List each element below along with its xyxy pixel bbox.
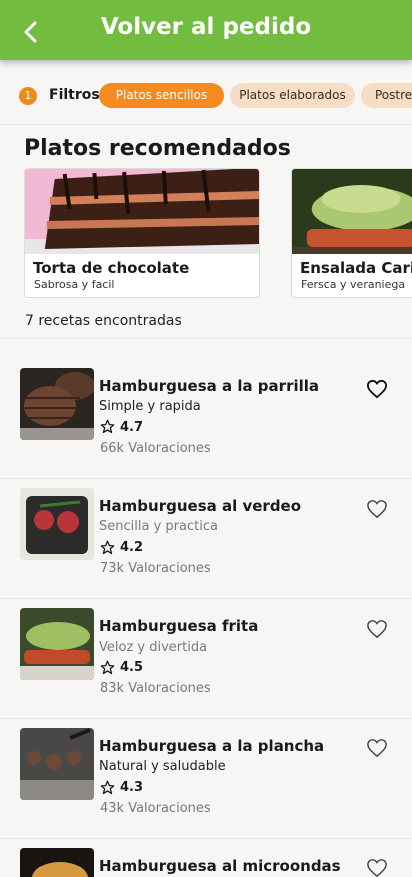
star-icon [100, 660, 115, 675]
filter-label[interactable]: Filtros [49, 87, 100, 103]
heart-icon[interactable] [366, 738, 388, 758]
card-title: Torta de chocolate [33, 259, 190, 277]
recipe-rating: 4.3 [120, 780, 144, 795]
card-subtitle: Sabrosa y facil [34, 278, 115, 291]
recipe-row[interactable]: Hamburguesa frita Veloz y divertida 4.5 … [0, 578, 412, 698]
recipe-row[interactable]: Hamburguesa a la plancha Natural y salud… [0, 698, 412, 818]
recipe-title: Hamburguesa a la plancha [99, 737, 325, 755]
recipe-rating: 4.5 [120, 660, 144, 675]
recipe-row[interactable]: Hamburguesa a la parrilla Simple y rapid… [0, 338, 412, 458]
header-title: Volver al pedido [100, 14, 312, 40]
recipe-title: Hamburguesa frita [99, 617, 259, 635]
heart-icon[interactable] [366, 858, 388, 877]
grilled-burger-image [20, 368, 94, 440]
recipe-subtitle: Natural y saludable [99, 759, 226, 774]
recipe-row[interactable]: Hamburguesa al verdeo Sencilla y practic… [0, 458, 412, 578]
card-title: Ensalada Caribeña [300, 259, 412, 277]
results-count: 7 recetas encontradas [25, 313, 182, 329]
star-icon [100, 780, 115, 795]
filter-bar: 1 Filtros Platos sencillos Platos elabor… [0, 82, 412, 110]
verdeo-burger-image [20, 488, 94, 560]
chocolate-cake-image [25, 169, 259, 254]
recipe-votes: 66k Valoraciones [100, 441, 211, 456]
recipe-subtitle: Simple y rapida [99, 399, 201, 414]
fried-burger-image [20, 608, 94, 680]
recipe-votes: 83k Valoraciones [100, 681, 211, 696]
recipe-votes: 73k Valoraciones [100, 561, 211, 576]
recipe-subtitle: Sencilla y practica [99, 519, 218, 534]
recipe-rating: 4.7 [120, 420, 144, 435]
recipe-subtitle: Veloz y divertida [99, 640, 208, 655]
recipe-rating: 4.2 [120, 540, 144, 555]
plancha-burger-image [20, 728, 94, 800]
divider [0, 124, 412, 125]
card-subtitle: Fersca y veraniega [301, 278, 406, 291]
filter-chip-platos-sencillos[interactable]: Platos sencillos [99, 83, 224, 108]
section-title-recommended: Platos recomendados [24, 136, 291, 161]
recommended-card[interactable]: Ensalada Caribeña Fersca y veraniega [291, 168, 412, 298]
recipe-votes: 43k Valoraciones [100, 801, 211, 816]
recipe-title: Hamburguesa al microondas [99, 857, 341, 875]
recipe-row[interactable]: Hamburguesa al microondas [0, 818, 412, 877]
star-icon [100, 419, 115, 434]
app-header: Volver al pedido [0, 0, 412, 60]
filter-chip-postres[interactable]: Postres [361, 83, 412, 108]
heart-icon[interactable] [366, 379, 388, 399]
recommended-card[interactable]: Torta de chocolate Sabrosa y facil [24, 168, 260, 298]
filter-count-badge: 1 [19, 87, 37, 105]
heart-icon[interactable] [366, 499, 388, 519]
recipe-title: Hamburguesa al verdeo [99, 497, 302, 515]
recipe-title: Hamburguesa a la parrilla [99, 377, 320, 395]
heart-icon[interactable] [366, 619, 388, 639]
salad-image [292, 169, 412, 254]
star-icon [100, 540, 115, 555]
filter-chip-platos-elaborados[interactable]: Platos elaborados [230, 83, 355, 108]
microwave-burger-image [20, 848, 94, 877]
